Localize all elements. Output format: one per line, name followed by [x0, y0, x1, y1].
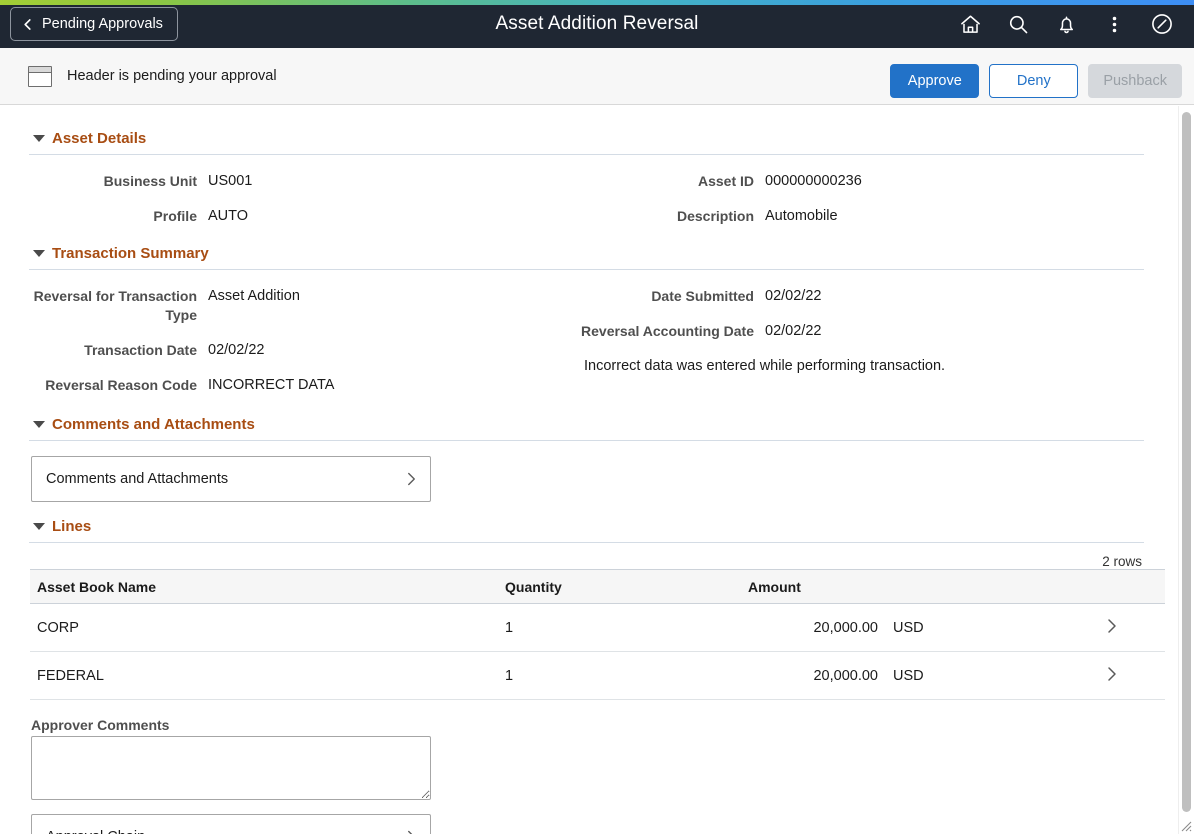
header-window-icon	[28, 66, 52, 87]
approval-status-text: Header is pending your approval	[67, 68, 277, 84]
field-transaction-date: Transaction Date 02/02/22	[0, 333, 573, 368]
back-to-pending-approvals-button[interactable]: Pending Approvals	[10, 7, 178, 41]
navbar-icon-group	[946, 0, 1186, 48]
gradient-accent-strip	[0, 0, 1194, 5]
field-business-unit: Business Unit US001	[0, 164, 573, 199]
kebab-menu-icon[interactable]	[1090, 0, 1138, 48]
comments-attachments-link[interactable]: Comments and Attachments	[31, 456, 431, 502]
lines-table: Asset Book Name Quantity Amount CORP 1 2…	[30, 569, 1165, 700]
column-header-amount: Amount	[748, 570, 878, 604]
collapse-caret-icon	[33, 250, 45, 257]
asset-details-right-column: Asset ID 000000000236 Description Automo…	[573, 164, 1158, 234]
chevron-right-icon	[406, 829, 417, 834]
pushback-button: Pushback	[1088, 64, 1182, 98]
transaction-date-value: 02/02/22	[197, 341, 264, 360]
reversal-type-value: Asset Addition	[197, 287, 300, 306]
collapse-caret-icon	[33, 135, 45, 142]
asset-details-grid: Business Unit US001 Profile AUTO Asset I…	[0, 155, 1172, 234]
collapse-caret-icon	[33, 421, 45, 428]
chevron-right-icon	[1106, 618, 1118, 634]
section-transaction-summary-title: Transaction Summary	[52, 245, 209, 262]
transaction-summary-grid: Reversal for Transaction Type Asset Addi…	[0, 270, 1172, 403]
section-divider	[29, 440, 1144, 441]
table-row[interactable]: FEDERAL 1 20,000.00 USD	[30, 652, 1165, 700]
asset-id-label: Asset ID	[573, 172, 754, 191]
approver-comments-label: Approver Comments	[0, 717, 1172, 733]
notification-bell-icon[interactable]	[1042, 0, 1090, 48]
field-reversal-reason-code: Reversal Reason Code INCORRECT DATA	[0, 368, 573, 403]
field-reversal-for-transaction-type: Reversal for Transaction Type Asset Addi…	[0, 279, 573, 333]
row-detail-button[interactable]	[1058, 604, 1165, 652]
section-transaction-summary-header[interactable]: Transaction Summary	[0, 245, 1172, 262]
reversal-reason-description: Incorrect data was entered while perform…	[573, 357, 1158, 376]
reversal-reason-label: Reversal Reason Code	[0, 376, 197, 395]
approval-chain-link[interactable]: Approval Chain	[31, 814, 431, 834]
lines-row-count: 2 rows	[0, 554, 1172, 569]
reversal-accounting-date-value: 02/02/22	[754, 322, 821, 341]
section-comments-attachments-title: Comments and Attachments	[52, 416, 255, 433]
search-icon[interactable]	[994, 0, 1042, 48]
column-header-quantity: Quantity	[505, 570, 748, 604]
cell-quantity: 1	[505, 604, 748, 652]
asset-id-value: 000000000236	[754, 172, 862, 191]
field-asset-id: Asset ID 000000000236	[573, 164, 1158, 199]
reversal-reason-value: INCORRECT DATA	[197, 376, 334, 395]
section-comments-attachments-header[interactable]: Comments and Attachments	[0, 416, 1172, 433]
business-unit-value: US001	[197, 172, 252, 191]
lines-table-header-row: Asset Book Name Quantity Amount	[30, 570, 1165, 604]
date-submitted-value: 02/02/22	[754, 287, 821, 306]
field-profile: Profile AUTO	[0, 199, 573, 234]
approver-comments-input[interactable]	[31, 736, 431, 800]
approval-chain-link-label: Approval Chain	[46, 829, 145, 834]
cell-currency: USD	[878, 652, 1058, 700]
top-navbar: Pending Approvals Asset Addition Reversa…	[0, 0, 1194, 48]
home-icon[interactable]	[946, 0, 994, 48]
cell-quantity: 1	[505, 652, 748, 700]
cell-asset-book-name: CORP	[30, 604, 505, 652]
chevron-left-icon	[22, 19, 33, 30]
cell-amount: 20,000.00	[748, 652, 878, 700]
approver-comments-wrapper	[31, 736, 1172, 805]
business-unit-label: Business Unit	[0, 172, 197, 191]
section-asset-details-title: Asset Details	[52, 130, 146, 147]
description-label: Description	[573, 207, 754, 226]
reversal-type-label: Reversal for Transaction Type	[0, 287, 197, 325]
approval-action-buttons: Approve Deny Pushback	[890, 64, 1182, 98]
date-submitted-label: Date Submitted	[573, 287, 754, 306]
cell-asset-book-name: FEDERAL	[30, 652, 505, 700]
section-asset-details-header[interactable]: Asset Details	[0, 130, 1172, 147]
cell-currency: USD	[878, 604, 1058, 652]
field-description: Description Automobile	[573, 199, 1158, 234]
column-header-detail	[1058, 570, 1165, 604]
reversal-accounting-date-label: Reversal Accounting Date	[573, 322, 754, 341]
chevron-right-icon	[1106, 666, 1118, 682]
chevron-right-icon	[406, 471, 417, 487]
section-lines-header[interactable]: Lines	[0, 518, 1172, 535]
resize-grip-icon[interactable]	[1178, 818, 1192, 832]
approve-button[interactable]: Approve	[890, 64, 979, 98]
cell-amount: 20,000.00	[748, 604, 878, 652]
row-detail-button[interactable]	[1058, 652, 1165, 700]
field-reversal-accounting-date: Reversal Accounting Date 02/02/22	[573, 314, 1158, 349]
transaction-date-label: Transaction Date	[0, 341, 197, 360]
profile-label: Profile	[0, 207, 197, 226]
app-root: Pending Approvals Asset Addition Reversa…	[0, 0, 1194, 834]
transaction-summary-left-column: Reversal for Transaction Type Asset Addi…	[0, 279, 573, 403]
collapse-caret-icon	[33, 523, 45, 530]
scroll-content: Asset Details Business Unit US001 Profil…	[0, 106, 1194, 834]
back-button-label: Pending Approvals	[42, 16, 163, 32]
asset-details-left-column: Business Unit US001 Profile AUTO	[0, 164, 573, 234]
column-header-currency	[878, 570, 1058, 604]
transaction-summary-right-column: Date Submitted 02/02/22 Reversal Account…	[573, 279, 1158, 403]
profile-value: AUTO	[197, 207, 248, 226]
navbar-compass-icon[interactable]	[1138, 0, 1186, 48]
vertical-scrollbar-thumb[interactable]	[1182, 112, 1191, 812]
description-value: Automobile	[754, 207, 838, 226]
comments-attachments-link-label: Comments and Attachments	[46, 471, 228, 487]
field-date-submitted: Date Submitted 02/02/22	[573, 279, 1158, 314]
deny-button[interactable]: Deny	[989, 64, 1078, 98]
column-header-asset-book-name: Asset Book Name	[30, 570, 505, 604]
table-row[interactable]: CORP 1 20,000.00 USD	[30, 604, 1165, 652]
section-lines-title: Lines	[52, 518, 91, 535]
